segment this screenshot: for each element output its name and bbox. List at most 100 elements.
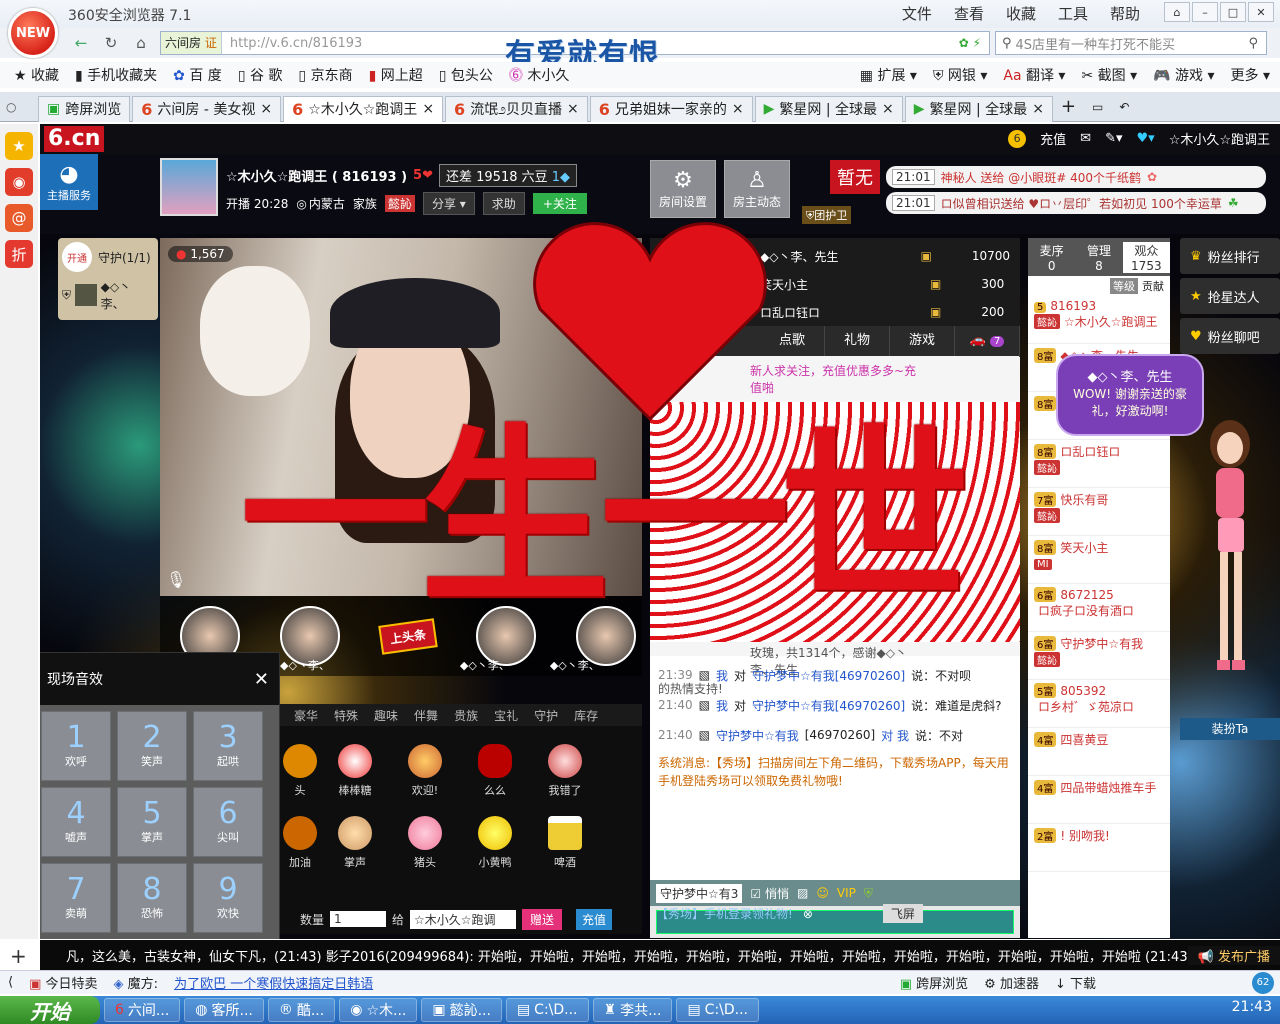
gift-item[interactable]: 欢迎! [390, 744, 460, 798]
user-name[interactable]: 8672125 [1060, 588, 1113, 602]
gift-tab[interactable]: 守护 [534, 707, 558, 724]
follow-button[interactable]: +关注 [532, 193, 587, 214]
topbar-username[interactable]: ☆木小久☆跑调王 [1169, 129, 1270, 148]
tab-cross-screen[interactable]: ▣ 跨屏浏览 [38, 95, 131, 122]
close-icon[interactable]: × [422, 101, 434, 117]
fav-muxiaojiu[interactable]: ⓺ 木小久 [509, 65, 569, 85]
zoom-indicator[interactable]: 62 [1252, 971, 1274, 994]
status-sale[interactable]: ▣ 今日特卖 [29, 973, 97, 992]
new-badge[interactable]: NEW [8, 8, 58, 58]
fly-screen-button[interactable]: 飞屏 [882, 904, 923, 923]
close-icon[interactable]: × [1032, 101, 1044, 117]
chat-target[interactable]: 守护梦中☆有我[46970260] [752, 667, 905, 684]
user-name[interactable]: 快乐有哥 [1060, 493, 1108, 507]
refresh-icon[interactable]: ↻ [98, 31, 124, 55]
topbar-recharge[interactable]: 充值 [1040, 129, 1066, 148]
family-tag[interactable]: 懿訫 [384, 195, 415, 212]
chat-target[interactable]: 对 我 [881, 727, 909, 744]
gift-tab[interactable]: 豪华 [294, 707, 318, 724]
sidebar-add-icon[interactable]: + [10, 944, 27, 968]
tab-audience[interactable]: 观众 1753 [1122, 241, 1170, 273]
gift-item[interactable]: 我错了 [530, 744, 600, 798]
close-icon[interactable]: ✕ [254, 669, 269, 690]
tab-gifts[interactable]: 礼物 [825, 326, 890, 356]
gift-item[interactable]: 小黄鸭 [460, 816, 530, 870]
sfx-key[interactable]: 3 起哄 [193, 711, 263, 781]
fav-screenshot[interactable]: ✂ 截图 ▾ [1081, 65, 1137, 85]
gift-item[interactable]: 头 [280, 744, 320, 798]
close-icon[interactable]: × [567, 101, 579, 117]
gift-item[interactable]: 么么 [460, 744, 530, 798]
gift-tab[interactable]: 贵族 [454, 707, 478, 724]
fav-chaoshi[interactable]: ▮ 网上超 [369, 65, 423, 85]
share-button[interactable]: 分享 ▾ [422, 192, 475, 215]
audience-row[interactable]: 8富 笑天小主 MI [1028, 536, 1170, 584]
search-go-icon[interactable]: ⚲ [1248, 36, 1258, 51]
host-service-button[interactable]: ◕ 主播服务 [40, 154, 98, 210]
new-tab-icon[interactable]: + [1061, 96, 1076, 117]
chat-sender[interactable]: 我 [716, 667, 728, 684]
pin-icon[interactable]: ⌂ [1164, 2, 1190, 22]
tab-list-icon[interactable]: ▭ [1092, 100, 1103, 114]
image-icon[interactable]: ▨ [797, 886, 808, 900]
audience-name[interactable]: ◆◇丶李、 [550, 657, 600, 673]
fav-baidu[interactable]: ✿ 百 度 [173, 65, 222, 85]
audience-row[interactable]: 6富 守护梦中☆有我 懿訫 [1028, 632, 1170, 680]
weibo-icon[interactable]: ◉ [5, 168, 33, 196]
user-name[interactable]: 笑天小主 [1060, 541, 1108, 555]
sfx-key[interactable]: 6 尖叫 [193, 787, 263, 857]
post-broadcast-button[interactable]: 📢 发布广播 [1187, 945, 1280, 965]
vip-icon[interactable]: VIP [837, 886, 856, 900]
close-button[interactable]: ✕ [1248, 2, 1274, 22]
search-box[interactable]: ⚲ 4S店里有一种车打死不能买 ⚲ [995, 31, 1267, 55]
status-promo-link[interactable]: 为了欧巴 一个寒假快速搞定日韩语 [174, 973, 373, 992]
fav-collect[interactable]: ★ 收藏 [14, 65, 59, 85]
minimize-button[interactable]: – [1192, 2, 1218, 22]
fav-translate[interactable]: Aa 翻译 ▾ [1003, 65, 1065, 85]
tab-brothers[interactable]: 6 兄弟姐妹一家亲的 × [589, 95, 753, 122]
menu-tools[interactable]: 工具 [1058, 3, 1088, 24]
tab-fanxing-1[interactable]: ▶ 繁星网 | 全球最 × [754, 95, 903, 122]
audience-row[interactable]: 5富 805392 ロ乡村゛ゞ苑凉ロ [1028, 680, 1170, 728]
close-icon[interactable]: × [882, 101, 894, 117]
user-name[interactable]: 守护梦中☆有我 [1060, 637, 1143, 651]
taskbar-item[interactable]: 6 六间... [104, 998, 181, 1022]
taskbar-item[interactable]: ® 酷... [267, 998, 336, 1022]
emoji-icon[interactable]: ☺ [816, 886, 829, 900]
user-name[interactable]: ロ乱ロ钰ロ [1060, 445, 1120, 459]
menu-file[interactable]: 文件 [902, 3, 932, 24]
back-icon[interactable]: ← [68, 31, 94, 55]
gift-tab[interactable]: 趣味 [374, 707, 398, 724]
sfx-key[interactable]: 2 笑声 [117, 711, 187, 781]
room-settings-button[interactable]: ⚙ 房间设置 [650, 160, 716, 218]
guard-icon[interactable]: ⛨ [864, 886, 873, 901]
dress-up-button[interactable]: 装扮Ta [1180, 718, 1280, 740]
site-cert-badge[interactable]: 六间房 证 [161, 32, 222, 54]
tab-mic-queue[interactable]: 麦序 0 [1028, 242, 1075, 273]
mail-icon[interactable]: @ [5, 204, 33, 232]
taskbar-item[interactable]: ◍ 客所... [184, 998, 264, 1022]
star-icon[interactable]: ★ [5, 132, 33, 160]
user-name-2[interactable]: ☆木小久☆跑调王 [1064, 315, 1158, 329]
taskbar-item[interactable]: ▤ C:\D... [676, 998, 760, 1022]
guard-team-badge[interactable]: ⛨团护卫 [802, 206, 852, 224]
site-logo[interactable]: 6.cn [44, 126, 105, 152]
user-name[interactable]: 816193 [1050, 299, 1096, 313]
recipient-select[interactable]: ☆木小久☆跑调 [410, 909, 517, 929]
close-icon[interactable]: × [260, 101, 272, 117]
sort-contribution[interactable]: 贡献 [1142, 278, 1164, 294]
fav-more[interactable]: 更多 ▾ [1231, 65, 1270, 85]
status-accelerator[interactable]: ⚙ 加速器 [984, 973, 1039, 992]
fav-baotou[interactable]: ▯ 包头公 [439, 65, 493, 85]
audience-name[interactable]: ◆◇丶李、 [280, 657, 330, 673]
chat-sender[interactable]: 守护梦中☆有我 [716, 727, 799, 744]
sfx-key[interactable]: 8 恐怖 [117, 863, 187, 933]
tab-car[interactable]: 🚗 7 [955, 325, 1020, 357]
close-icon[interactable]: × [732, 101, 744, 117]
url-text[interactable]: http://v.6.cn/816193 [230, 36, 362, 51]
open-guard-button[interactable]: 开通 [62, 242, 92, 272]
tab-restore-icon[interactable]: ○ [6, 100, 36, 114]
taskbar-item[interactable]: ▤ C:\D... [505, 998, 589, 1022]
status-icon[interactable]: ♥▾ [1137, 131, 1155, 146]
audience-row[interactable]: 8富 ロ乱ロ钰ロ 懿訫 [1028, 440, 1170, 488]
